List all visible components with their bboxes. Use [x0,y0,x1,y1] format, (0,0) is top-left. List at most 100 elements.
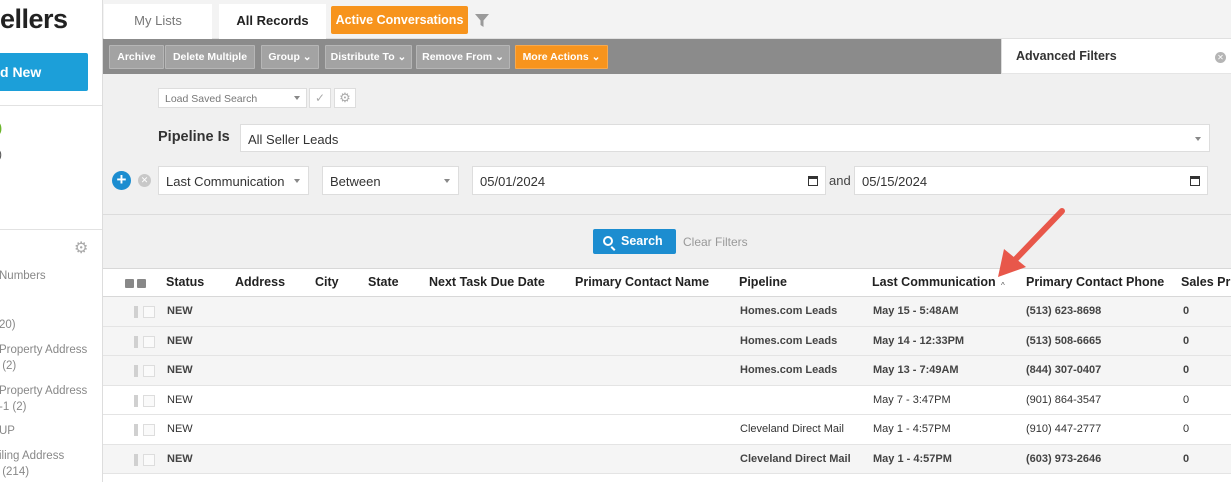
column-header-status[interactable]: Status [166,275,204,289]
panel-divider [103,214,1231,215]
column-header-last-communication[interactable]: Last Communication [872,275,996,289]
row-checkbox[interactable] [143,453,155,466]
more-actions-button[interactable]: More Actions ⌄ [515,45,608,69]
sidebar-item[interactable]: Property Address -1 (2) [0,383,87,415]
sidebar-item[interactable]: 20) [0,317,16,333]
phone-cell[interactable]: (513) 623-8698 [1026,305,1101,317]
remove-from-label: Remove From [422,51,493,63]
drag-handle-icon[interactable] [134,365,138,377]
phone-cell[interactable]: (844) 307-0407 [1026,364,1101,376]
caret-down-icon [1195,137,1201,141]
pipeline-cell: Homes.com Leads [740,364,838,376]
row-checkbox[interactable] [143,394,155,407]
phone-cell[interactable]: (603) 973-2646 [1026,453,1101,465]
add-filter-plus-icon[interactable]: + [112,171,131,190]
last-communication-cell: May 14 - 12:33PM [873,334,965,347]
column-header-contact-name[interactable]: Primary Contact Name [575,275,709,289]
archive-button[interactable]: Archive [109,45,164,69]
close-icon[interactable]: ✕ [1215,52,1226,63]
table-row[interactable]: NEW Homes.com Leads May 14 - 12:33PM (51… [103,326,1231,356]
chevron-down-icon: ⌄ [302,51,312,63]
caret-down-icon [294,96,300,100]
load-saved-search-select[interactable]: Load Saved Search [158,88,307,108]
pipeline-select[interactable]: All Seller Leads [240,124,1210,152]
column-header-address[interactable]: Address [235,275,285,289]
delete-multiple-label: Delete Multiple [172,51,248,63]
last-communication-cell: May 1 - 4:57PM [873,423,951,435]
sidebar-item[interactable]: UP [0,423,15,439]
status-cell: NEW [167,305,193,317]
select-all-checkbox[interactable] [137,279,146,288]
tab-my-lists[interactable]: My Lists [104,4,212,39]
and-label: and [829,173,851,188]
gear-icon[interactable]: ⚙ [74,241,89,257]
delete-multiple-button[interactable]: Delete Multiple [165,45,255,69]
drag-handle-icon[interactable] [134,394,138,407]
table-row[interactable]: NEW Homes.com Leads May 13 - 7:49AM (844… [103,356,1231,386]
gear-icon[interactable]: ⚙ [334,88,356,108]
phone-cell[interactable]: (513) 508-6665 [1026,335,1101,347]
sidebar-stat[interactable]: ) [0,147,2,161]
table-row[interactable]: NEW May 7 - 3:47PM (901) 864-3547 0 [103,385,1231,415]
date-from-input[interactable]: 05/01/2024 [472,166,826,195]
remove-filter-close-icon[interactable]: ✕ [138,174,151,187]
table-row[interactable]: NEW Homes.com Leads May 15 - 5:48AM (513… [103,297,1231,327]
page-title: ellers [0,4,68,34]
tab-active-conversations[interactable]: Active Conversations [331,6,468,34]
pipeline-cell: Cleveland Direct Mail [740,452,851,465]
action-toolbar: Archive Delete Multiple Group ⌄ Distribu… [103,39,1001,74]
sales-cell: 0 [1183,364,1190,376]
date-to-input[interactable]: 05/15/2024 [854,166,1208,195]
column-header-pipeline[interactable]: Pipeline [739,275,787,289]
row-checkbox[interactable] [143,365,155,377]
last-communication-cell: May 15 - 5:48AM [873,305,959,317]
column-header-city[interactable]: City [315,275,339,289]
sidebar-item[interactable]: Numbers [0,268,46,284]
group-label: Group [268,51,300,63]
sales-cell: 0 [1183,305,1190,317]
table-header: Status Address City State Next Task Due … [103,268,1231,297]
drag-handle-icon[interactable] [134,306,138,318]
tabs-bar: My Lists All Records Active Conversation… [103,0,1231,39]
filter-icon[interactable] [475,14,489,28]
search-button[interactable]: Search [593,229,676,254]
check-icon[interactable]: ✓ [309,88,331,108]
search-label: Search [621,234,663,248]
table-row[interactable]: NEW Cleveland Direct Mail May 1 - 4:57PM… [103,444,1231,474]
search-icon [603,236,613,246]
column-header-next-task[interactable]: Next Task Due Date [429,275,545,289]
sidebar-item[interactable]: iling Address (214) [0,448,64,480]
tab-all-records[interactable]: All Records [219,4,326,39]
row-checkbox[interactable] [143,306,155,318]
sidebar-divider [0,229,102,230]
drag-handle-icon[interactable] [134,335,138,348]
select-all-checkbox[interactable] [125,279,134,288]
clear-filters-link[interactable]: Clear Filters [683,235,748,249]
calendar-icon[interactable] [1190,176,1200,186]
phone-cell[interactable]: (901) 864-3547 [1026,394,1101,406]
sales-cell: 0 [1183,452,1190,465]
sidebar-stat[interactable]: ) [0,121,2,135]
column-header-state[interactable]: State [368,275,399,289]
drag-handle-icon[interactable] [134,424,138,436]
remove-from-button[interactable]: Remove From ⌄ [416,45,510,69]
distribute-to-button[interactable]: Distribute To ⌄ [325,45,412,69]
row-checkbox[interactable] [143,424,155,436]
row-checkbox[interactable] [143,335,155,348]
sidebar-item[interactable]: Property Address (2) [0,342,87,374]
column-header-contact-phone[interactable]: Primary Contact Phone [1026,275,1164,289]
sort-ascending-icon[interactable]: ^ [1001,281,1005,290]
pipeline-cell: Cleveland Direct Mail [740,423,844,435]
calendar-icon[interactable] [808,176,818,186]
filter-operator-select[interactable]: Between [322,166,459,195]
filter-field-value: Last Communication [166,174,285,189]
drag-handle-icon[interactable] [134,453,138,466]
group-button[interactable]: Group ⌄ [261,45,319,69]
column-header-sales[interactable]: Sales Pr [1181,275,1230,289]
filter-field-select[interactable]: Last Communication [158,166,309,195]
last-communication-cell: May 7 - 3:47PM [873,393,951,406]
table-row[interactable]: NEW Cleveland Direct Mail May 1 - 4:57PM… [103,415,1231,445]
add-new-button[interactable]: d New [0,53,88,91]
phone-cell[interactable]: (910) 447-2777 [1026,423,1101,435]
saved-search-placeholder: Load Saved Search [165,93,258,105]
